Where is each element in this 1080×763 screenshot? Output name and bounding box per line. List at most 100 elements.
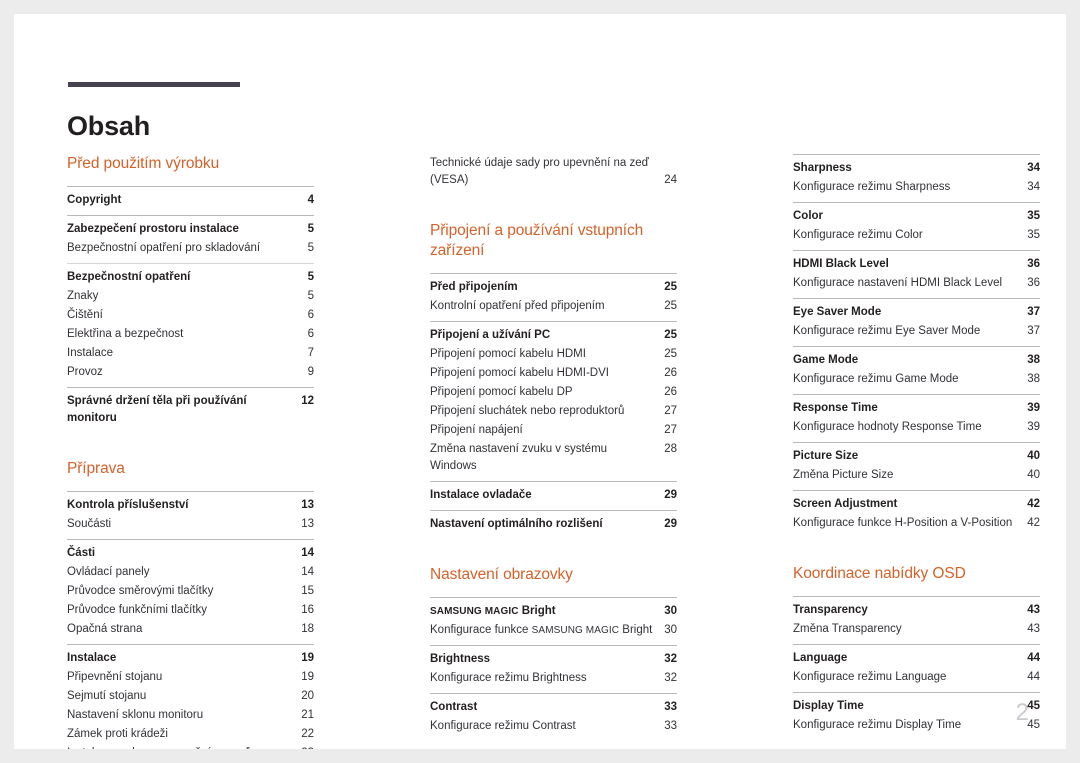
toc-entry[interactable]: Připojení pomocí kabelu DP 26 [430,383,677,402]
toc-entry[interactable]: Změna Transparency 43 [793,620,1040,639]
toc-entry[interactable]: Response Time 39 [793,399,1040,418]
toc-entry[interactable]: Bezpečnostní opatření 5 [67,268,314,287]
toc-section-heading: Koordinace nabídky OSD [793,565,966,582]
toc-entry[interactable]: Brightness 32 [430,650,677,669]
toc-entry-label: Před připojením [430,281,518,293]
toc-entry-label: Response Time [793,402,878,414]
toc-entry[interactable]: Připojení sluchátek nebo reproduktorů 27 [430,402,677,421]
toc-entry[interactable]: Color 35 [793,207,1040,226]
toc-entry-page: 36 [1027,277,1040,289]
toc-entry[interactable]: Připojení pomocí kabelu HDMI-DVI 26 [430,364,677,383]
toc-entry[interactable]: Bezpečnostní opatření pro skladování 5 [67,239,314,258]
toc-entry-label: Bezpečnostní opatření pro skladování [67,242,261,254]
toc-entry[interactable]: Konfigurace hodnoty Response Time 39 [793,418,1040,437]
toc-entry-label: Contrast [430,701,478,713]
toc-entry-page: 23 [293,745,314,749]
toc-entry[interactable]: Připojení pomocí kabelu HDMI 25 [430,345,677,364]
toc-entry[interactable]: Konfigurace nastavení HDMI Black Level 36 [793,274,1040,293]
toc-entry[interactable]: Konfigurace režimu Color 35 [793,226,1040,245]
toc-entry[interactable]: Copyright 4 [67,191,314,210]
toc-entry[interactable]: Provoz 9 [67,363,314,382]
toc-entry[interactable]: Konfigurace režimu Game Mode 38 [793,370,1040,389]
toc-entry-label: SAMSUNG MAGIC Bright [430,605,556,617]
toc-entry-label: Konfigurace režimu Color [793,229,923,241]
toc-entry[interactable]: Před připojením 25 [430,278,677,297]
toc-entry[interactable]: Konfigurace režimu Brightness 32 [430,669,677,688]
toc-entry-label: Konfigurace nastavení HDMI Black Level [793,277,1003,289]
toc-entry[interactable]: Správné držení těla při používání monito… [67,392,314,428]
toc-group: Screen Adjustment 42 Konfigurace funkce H-… [793,490,1040,538]
toc-entry[interactable]: Připojení a užívání PC 25 [430,326,677,345]
toc-section-heading: Před použitím výrobku [67,155,220,172]
toc-entry[interactable]: Instalace ovladače 29 [430,486,677,505]
toc-entry[interactable]: Nastavení optimálního rozlišení 29 [430,515,677,534]
toc-entry[interactable]: Čištění 6 [67,306,314,325]
toc-entry-label: Bezpečnostní opatření [67,271,191,283]
toc-entry[interactable]: Picture Size 40 [793,447,1040,466]
toc-entry[interactable]: Instalace 19 [67,649,314,668]
toc-entry[interactable]: Připevnění stojanu 19 [67,668,314,687]
toc-entry[interactable]: Contrast 33 [430,698,677,717]
toc-group: Sharpness 34 Konfigurace režimu Sharpness 3… [793,154,1040,202]
toc-entry[interactable]: Konfigurace režimu Language 44 [793,668,1040,687]
toc-entry[interactable]: Game Mode 38 [793,351,1040,370]
toc-entry[interactable]: Display Time 45 [793,697,1040,716]
toc-entry-label: Připojení pomocí kabelu HDMI-DVI [430,367,609,379]
toc-entry[interactable]: Sejmutí stojanu 20 [67,687,314,706]
toc-entry[interactable]: Kontrolní opatření před připojením 25 [430,297,677,316]
toc-entry-page: 6 [307,328,314,340]
toc-entry[interactable]: Transparency 43 [793,601,1040,620]
toc-entry-label-line1: Technické údaje sady pro upevnění na zeď [430,157,649,169]
toc-entry[interactable]: Průvodce směrovými tlačítky 15 [67,582,314,601]
toc-entry[interactable]: Zámek proti krádeži 22 [67,725,314,744]
toc-entry[interactable]: HDMI Black Level 36 [793,255,1040,274]
toc-entry-label: Instalace ovladače [430,489,532,501]
toc-entry[interactable]: Opačná strana 18 [67,620,314,639]
toc-entry[interactable]: Změna nastavení zvuku v systému Windows 2… [430,440,677,476]
toc-entry[interactable]: Kontrola příslušenství 13 [67,496,314,515]
toc-entry-label: Display Time [793,700,864,712]
toc-entry-label: Znaky [67,290,99,302]
toc-entry-page: 33 [664,701,677,713]
toc-group: Bezpečnostní opatření 5 Znaky 5 Čištění 6 Elek… [67,263,314,387]
toc-entry[interactable]: Sharpness 34 [793,159,1040,178]
toc-entry[interactable]: Eye Saver Mode 37 [793,303,1040,322]
toc-entry[interactable]: Instalace sady pro upevnění na zeď 23 [67,744,314,749]
toc-entry[interactable]: Konfigurace funkce SAMSUNG MAGIC Bright 3… [430,621,677,640]
toc-entry[interactable]: Konfigurace režimu Contrast 33 [430,717,677,736]
toc-entry[interactable]: Zabezpečení prostoru instalace 5 [67,220,314,239]
toc-group: Display Time 45 Konfigurace režimu Display… [793,692,1040,740]
toc-entry[interactable]: Změna Picture Size 40 [793,466,1040,485]
toc-entry[interactable]: Konfigurace režimu Sharpness 34 [793,178,1040,197]
toc-group: Nastavení optimálního rozlišení 29 [430,510,677,539]
toc-entry-page: 44 [1027,652,1040,664]
toc-entry[interactable]: SAMSUNG MAGIC Bright 30 [430,602,677,621]
toc-entry[interactable]: Instalace 7 [67,344,314,363]
toc-entry[interactable]: Průvodce funkčními tlačítky 16 [67,601,314,620]
toc-entry[interactable]: Znaky 5 [67,287,314,306]
toc-entry[interactable]: Nastavení sklonu monitoru 21 [67,706,314,725]
toc-group: Části 14 Ovládací panely 14 Průvodce směrový… [67,539,314,644]
toc-group: Technické údaje sady pro upevnění na zeď… [430,154,677,195]
toc-entry[interactable]: Části 14 [67,544,314,563]
toc-entry[interactable]: Language 44 [793,649,1040,668]
toc-entry-page: 5 [307,242,314,254]
toc-entry[interactable]: Elektřina a bezpečnost 6 [67,325,314,344]
document-page: Obsah Před použitím výrobku Copyright 4 Zab… [14,14,1066,749]
toc-entry-page: 28 [664,443,677,455]
toc-entry[interactable]: Ovládací panely 14 [67,563,314,582]
toc-entry[interactable]: Konfigurace funkce H-Position a V-Positi… [793,514,1040,533]
toc-entry-label: Kontrolní opatření před připojením [430,300,605,312]
toc-entry[interactable]: Součásti 13 [67,515,314,534]
toc-entry[interactable]: Připojení napájení 27 [430,421,677,440]
toc-entry-page: 40 [1027,450,1040,462]
toc-group: Transparency 43 Změna Transparency 43 [793,596,1040,644]
toc-entry-page: 40 [1027,469,1040,481]
toc-entry[interactable]: Screen Adjustment 42 [793,495,1040,514]
toc-entry[interactable]: Technické údaje sady pro upevnění na zeď… [430,154,677,190]
toc-entry[interactable]: Konfigurace režimu Display Time 45 [793,716,1040,735]
toc-entry-label: Screen Adjustment [793,498,898,510]
toc-entry[interactable]: Konfigurace režimu Eye Saver Mode 37 [793,322,1040,341]
toc-entry-page: 34 [1027,162,1040,174]
toc-entry-page: 35 [1027,229,1040,241]
